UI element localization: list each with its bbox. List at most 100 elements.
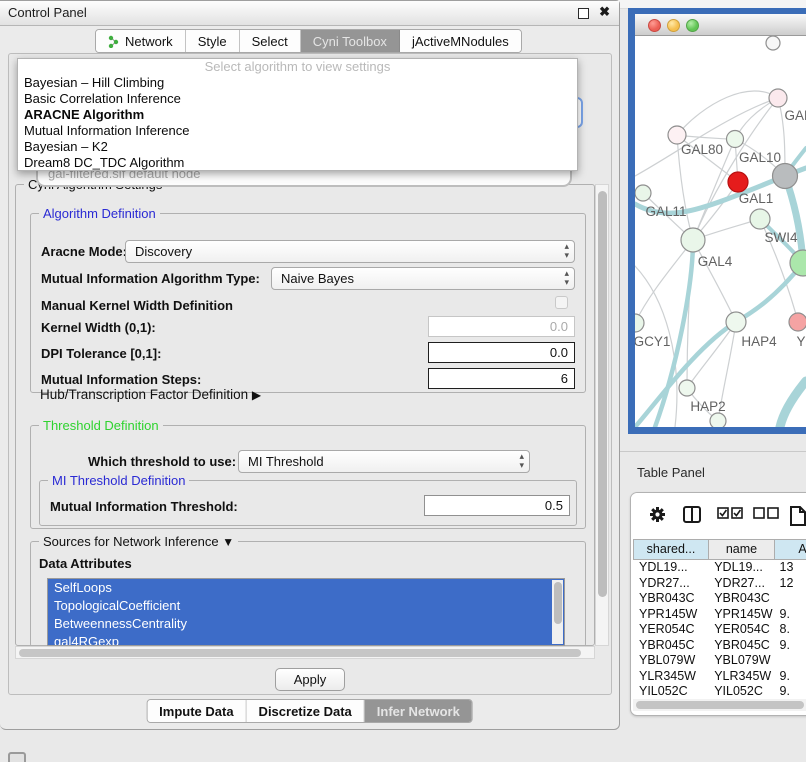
data-attributes-list[interactable]: SelfLoopsTopologicalCoefficientBetweenne… (47, 578, 565, 646)
network-edge[interactable] (677, 91, 778, 135)
network-node-gal1[interactable] (728, 172, 748, 192)
table-cell[interactable]: YBL079W (708, 653, 773, 669)
settings-vertical-scrollbar[interactable] (595, 184, 609, 646)
algorithm-option[interactable]: Dream8 DC_TDC Algorithm (18, 155, 577, 171)
export-table-icon[interactable] (789, 506, 806, 526)
table-column-header[interactable]: name (709, 539, 775, 560)
float-window-icon[interactable] (578, 8, 589, 19)
network-node-swi4[interactable] (750, 209, 770, 229)
minimize-button[interactable] (667, 19, 680, 32)
table-horizontal-scrollbar[interactable] (633, 699, 806, 711)
table-row[interactable]: YBR043CYBR043C (633, 591, 806, 607)
settings-horizontal-scrollbar[interactable] (15, 646, 595, 659)
table-cell[interactable]: YBL079W (633, 653, 708, 669)
table-cell[interactable]: YLR345W (633, 669, 708, 685)
table-cell[interactable]: YBR045C (708, 638, 773, 654)
table-cell[interactable]: YBR043C (708, 591, 773, 607)
table-cell[interactable]: YBR045C (633, 638, 708, 654)
network-node-gal[interactable] (769, 89, 787, 107)
dpi-tolerance-input[interactable] (428, 342, 575, 363)
network-node-gcy1[interactable] (635, 314, 644, 332)
select-all-columns-icon[interactable] (717, 506, 743, 519)
table-cell[interactable]: YDR27... (708, 576, 773, 592)
tab-infer-network[interactable]: Infer Network (365, 700, 472, 722)
which-threshold-select[interactable]: MI Threshold ▴▾ (238, 450, 530, 473)
sources-toggle[interactable]: Sources for Network Inference ▼ (39, 534, 238, 549)
aracne-mode-select[interactable]: Discovery ▴▾ (125, 240, 575, 263)
tab-network[interactable]: Network (96, 30, 186, 52)
table-row[interactable]: YBR045CYBR045C9. (633, 638, 806, 654)
tab-style[interactable]: Style (186, 30, 240, 52)
network-node-gal4[interactable] (681, 228, 705, 252)
table-row[interactable]: YDR27...YDR27...12 (633, 576, 806, 592)
hub-definition-toggle[interactable]: Hub/Transcription Factor Definition ▶ (40, 387, 261, 402)
table-cell[interactable]: 9. (774, 638, 806, 654)
table-cell[interactable]: YBR043C (633, 591, 708, 607)
close-icon[interactable]: ✖ (599, 4, 610, 20)
table-cell[interactable]: YDR27... (633, 576, 708, 592)
table-row[interactable]: YIL052CYIL052C9. (633, 684, 806, 700)
list-scrollbar[interactable] (552, 580, 563, 644)
mi-algorithm-type-select[interactable]: Naive Bayes ▴▾ (271, 267, 575, 290)
tab-impute-data[interactable]: Impute Data (147, 700, 246, 722)
data-attribute-item[interactable]: gal4RGexp (48, 633, 564, 646)
kernel-width-input[interactable] (428, 316, 575, 337)
tab-cyni-toolbox[interactable]: Cyni Toolbox (301, 30, 400, 52)
network-node[interactable] (773, 164, 798, 189)
deselect-all-columns-icon[interactable] (753, 506, 779, 519)
table-cell[interactable]: YER054C (633, 622, 708, 638)
network-edge[interactable] (780, 381, 806, 427)
network-edge[interactable] (693, 240, 736, 322)
algorithm-option[interactable]: Mutual Information Inference (18, 123, 577, 139)
gear-icon[interactable] (649, 506, 666, 523)
table-cell[interactable]: 9. (774, 684, 806, 700)
network-canvas[interactable]: GALGAL80GAL10GAL1GAL11SWI4GAL4GCY1HAP4YH… (635, 36, 806, 427)
network-node[interactable] (766, 36, 780, 50)
tab-discretize-data[interactable]: Discretize Data (247, 700, 365, 722)
algorithm-option[interactable]: ARACNE Algorithm (18, 107, 577, 123)
network-node-y[interactable] (789, 313, 806, 331)
table-cell[interactable]: YPR145W (708, 607, 773, 623)
table-cell[interactable]: 9. (774, 607, 806, 623)
bottom-left-widget-partial[interactable] (8, 752, 26, 762)
table-row[interactable]: YDL19...YDL19...13 (633, 560, 806, 576)
table-cell[interactable]: YDL19... (708, 560, 773, 576)
algorithm-option[interactable]: Basic Correlation Inference (18, 91, 577, 107)
mi-steps-input[interactable] (428, 368, 575, 389)
table-cell[interactable]: 13 (774, 560, 806, 576)
table-row[interactable]: YLR345WYLR345W9. (633, 669, 806, 685)
apply-button[interactable]: Apply (275, 668, 345, 691)
algorithm-option[interactable]: Bayesian – Hill Climbing (18, 75, 577, 91)
table-column-header[interactable]: A (775, 539, 806, 560)
table-cell[interactable] (774, 653, 806, 669)
table-cell[interactable] (774, 591, 806, 607)
network-node-hap4[interactable] (726, 312, 746, 332)
data-attribute-item[interactable]: TopologicalCoefficient (48, 597, 564, 615)
table-cell[interactable]: YIL052C (633, 684, 708, 700)
table-cell[interactable]: YDL19... (633, 560, 708, 576)
column-layout-icon[interactable] (683, 506, 701, 523)
table-column-header[interactable]: shared... (633, 539, 709, 560)
table-cell[interactable]: YER054C (708, 622, 773, 638)
algorithm-option[interactable]: Bayesian – K2 (18, 139, 577, 155)
close-button[interactable] (648, 19, 661, 32)
table-cell[interactable]: 8. (774, 622, 806, 638)
table-row[interactable]: YER054CYER054C8. (633, 622, 806, 638)
table-cell[interactable]: YLR345W (708, 669, 773, 685)
pane-divider[interactable] (620, 451, 806, 452)
network-node-gal10[interactable] (727, 131, 744, 148)
table-row[interactable]: YBL079WYBL079W (633, 653, 806, 669)
table-cell[interactable]: 12 (774, 576, 806, 592)
data-attribute-item[interactable]: BetweennessCentrality (48, 615, 564, 633)
table-row[interactable]: YPR145WYPR145W9. (633, 607, 806, 623)
network-node-gal11[interactable] (635, 185, 651, 201)
table-cell[interactable]: 9. (774, 669, 806, 685)
mi-threshold-input[interactable] (424, 495, 570, 516)
tab-jactivemnodules[interactable]: jActiveMNodules (400, 30, 521, 52)
network-node[interactable] (710, 413, 726, 427)
table-cell[interactable]: YPR145W (633, 607, 708, 623)
data-attribute-item[interactable]: SelfLoops (48, 579, 564, 597)
network-node-hap2[interactable] (679, 380, 695, 396)
manual-kernel-width-checkbox[interactable] (555, 296, 568, 309)
table-cell[interactable]: YIL052C (708, 684, 773, 700)
